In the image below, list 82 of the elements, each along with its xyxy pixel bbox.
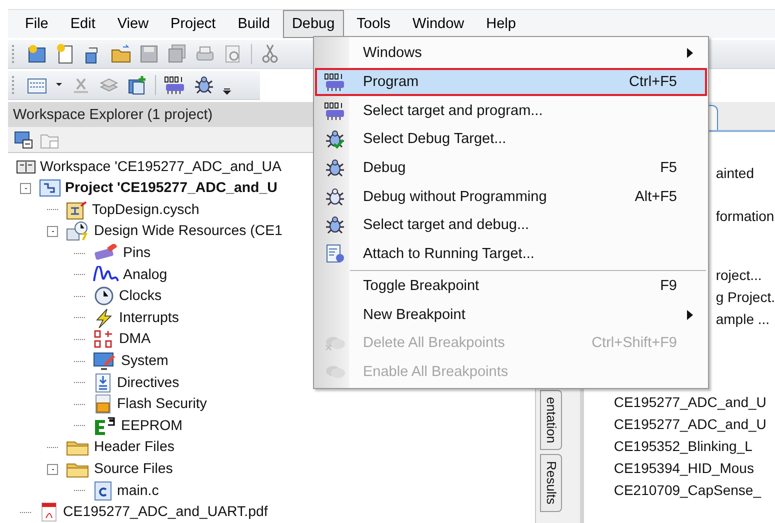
- recent-project-link[interactable]: CE195277_ADC_and_U: [614, 391, 775, 413]
- recent-project-link[interactable]: CE210709_CapSense_: [614, 479, 775, 501]
- menu-item[interactable]: Help: [477, 10, 525, 38]
- menu-item[interactable]: Tools: [348, 10, 400, 38]
- e2-icon: [93, 416, 117, 436]
- document-gear-icon: [325, 244, 345, 264]
- new-file-icon[interactable]: [55, 44, 75, 64]
- bug-icon: [325, 215, 345, 236]
- menu-item[interactable]: Edit: [61, 10, 104, 38]
- breakpoints-icon: [324, 334, 346, 352]
- menu-item[interactable]: View: [108, 10, 158, 38]
- tree-item[interactable]: Analog: [123, 266, 168, 283]
- tree-item[interactable]: EEPROM: [121, 418, 182, 434]
- menu-entry[interactable]: Debug F5: [315, 154, 707, 182]
- copy-add-icon[interactable]: [127, 75, 147, 95]
- side-tab[interactable]: entation: [540, 390, 562, 450]
- start-page-link[interactable]: g Project.: [716, 286, 775, 308]
- cut-icon[interactable]: [260, 44, 280, 64]
- start-page-link[interactable]: ainted: [716, 162, 775, 184]
- tree-item[interactable]: TopDesign.cysch: [92, 202, 200, 218]
- recent-project-link[interactable]: CE195277_ADC_and_U: [614, 413, 775, 435]
- open-folder-icon[interactable]: [111, 44, 131, 64]
- menu-entry[interactable]: Debug without Programming Alt+F5: [315, 182, 707, 212]
- menu-entry[interactable]: Toggle Breakpoint F9: [315, 272, 707, 300]
- tree-item[interactable]: System: [121, 353, 168, 370]
- lightning-icon: [93, 308, 115, 328]
- tree-item[interactable]: Header Files: [94, 439, 174, 456]
- save-icon[interactable]: [139, 44, 159, 64]
- bug-check-icon: [325, 129, 345, 150]
- tree-item[interactable]: Design Wide Resources (CE1: [94, 223, 282, 240]
- tree-item[interactable]: Project 'CE195277_ADC_and_U: [65, 180, 278, 196]
- menu-entry[interactable]: Select target and debug...: [315, 211, 707, 240]
- tree-item[interactable]: DMA: [119, 331, 151, 348]
- start-page-link[interactable]: ample ...: [716, 308, 775, 330]
- resources-icon: [66, 221, 90, 242]
- tree-item[interactable]: Interrupts: [119, 310, 179, 326]
- start-page-link[interactable]: formation: [716, 205, 775, 227]
- dma-icon: [93, 329, 115, 350]
- chip-icon: [324, 102, 346, 120]
- c-file-icon: [93, 480, 113, 501]
- menu-item[interactable]: Window: [404, 10, 474, 38]
- start-page-link[interactable]: roject...: [716, 264, 775, 286]
- menu-entry[interactable]: New Breakpoint: [315, 300, 707, 329]
- chip-icon: [324, 73, 346, 92]
- submenu-arrow-icon: [687, 310, 693, 320]
- side-tab[interactable]: Results: [540, 454, 562, 512]
- collapse-all-icon[interactable]: [14, 130, 34, 150]
- monitor-icon: [93, 351, 117, 372]
- bug-icon: [325, 158, 345, 178]
- tree-item[interactable]: Directives: [117, 374, 180, 391]
- tree-item[interactable]: Workspace 'CE195277_ADC_and_UA: [40, 158, 282, 175]
- chip-icon[interactable]: [164, 76, 186, 94]
- tree-item[interactable]: CE195277_ADC_and_UART.pdf: [63, 504, 268, 520]
- menu-item[interactable]: File: [16, 10, 58, 38]
- menu-entry[interactable]: Attach to Running Target...: [315, 240, 707, 268]
- menu-entry[interactable]: Program Ctrl+F5: [315, 68, 707, 96]
- menu-item[interactable]: Project: [162, 10, 225, 38]
- tree-item[interactable]: main.c: [117, 482, 159, 499]
- book-icon: [16, 158, 36, 175]
- save-all-icon[interactable]: [167, 44, 187, 64]
- bug-icon: [325, 186, 345, 207]
- menu-item[interactable]: Debug: [282, 10, 344, 38]
- clock-icon: [93, 286, 115, 306]
- collapse-toggle[interactable]: [20, 182, 31, 194]
- project-icon: [39, 179, 61, 198]
- tree-item[interactable]: Pins: [123, 245, 151, 262]
- tree-item[interactable]: Source Files: [94, 461, 173, 478]
- bug-icon[interactable]: [194, 75, 214, 95]
- wave-icon: [93, 266, 119, 284]
- tree-item[interactable]: Flash Security: [117, 396, 207, 412]
- lock-document-icon: [93, 394, 113, 414]
- schematic-icon: [66, 200, 88, 220]
- collapse-toggle[interactable]: [47, 464, 58, 475]
- new-project-icon[interactable]: [27, 44, 47, 64]
- collapse-toggle[interactable]: [47, 226, 58, 237]
- recent-project-link[interactable]: CE195394_HID_Mous: [614, 457, 775, 479]
- tree-item[interactable]: Clocks: [119, 288, 162, 304]
- pins-icon: [93, 244, 119, 262]
- menu-item[interactable]: Build: [228, 10, 279, 38]
- submenu-arrow-icon: [687, 48, 693, 58]
- recent-project-link[interactable]: CE195352_Blinking_L: [614, 435, 775, 457]
- menu-entry[interactable]: Select Debug Target...: [315, 125, 707, 154]
